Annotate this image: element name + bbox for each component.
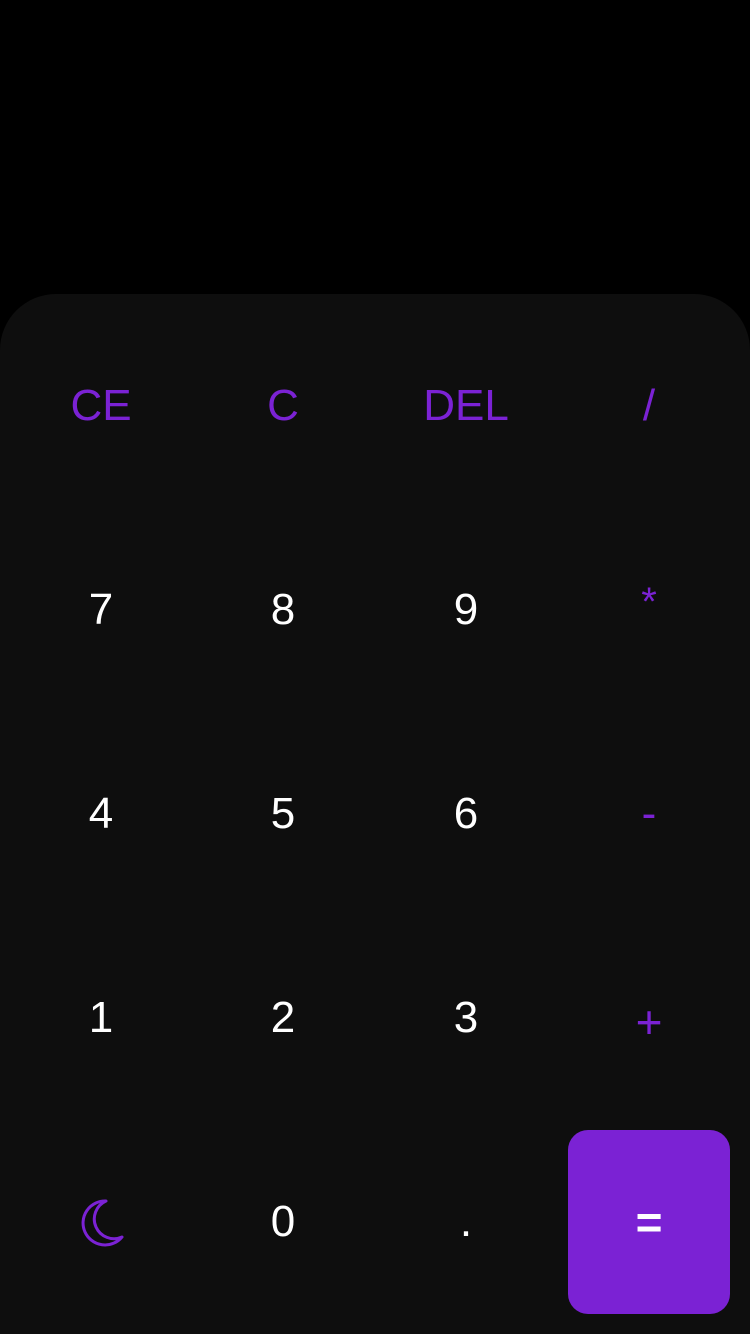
digit-4-button[interactable]: 4	[20, 722, 182, 906]
digit-5-button[interactable]: 5	[202, 722, 364, 906]
plus-button[interactable]: +	[568, 930, 730, 1114]
digit-0-button[interactable]: 0	[202, 1130, 364, 1314]
digit-3-button[interactable]: 3	[385, 926, 547, 1110]
clear-entry-button[interactable]: CE	[20, 314, 182, 498]
multiply-button[interactable]: *	[568, 518, 730, 702]
delete-button[interactable]: DEL	[385, 314, 547, 498]
digit-8-button[interactable]: 8	[202, 518, 364, 702]
clear-button[interactable]: C	[202, 314, 364, 498]
digit-1-button[interactable]: 1	[20, 926, 182, 1110]
digit-7-button[interactable]: 7	[20, 518, 182, 702]
divide-button[interactable]: /	[568, 314, 730, 498]
theme-toggle-button[interactable]	[20, 1130, 182, 1314]
decimal-button[interactable]: .	[385, 1130, 547, 1314]
display-area	[0, 0, 750, 294]
moon-icon	[81, 1199, 124, 1247]
digit-2-button[interactable]: 2	[202, 926, 364, 1110]
equals-button[interactable]: =	[568, 1130, 730, 1314]
minus-button[interactable]: -	[568, 722, 730, 906]
digit-6-button[interactable]: 6	[385, 722, 547, 906]
keypad: CE C DEL / 7 8 9 * 4 5 6 - 1 2 3 + 0 . =	[0, 294, 750, 1334]
digit-9-button[interactable]: 9	[385, 518, 547, 702]
